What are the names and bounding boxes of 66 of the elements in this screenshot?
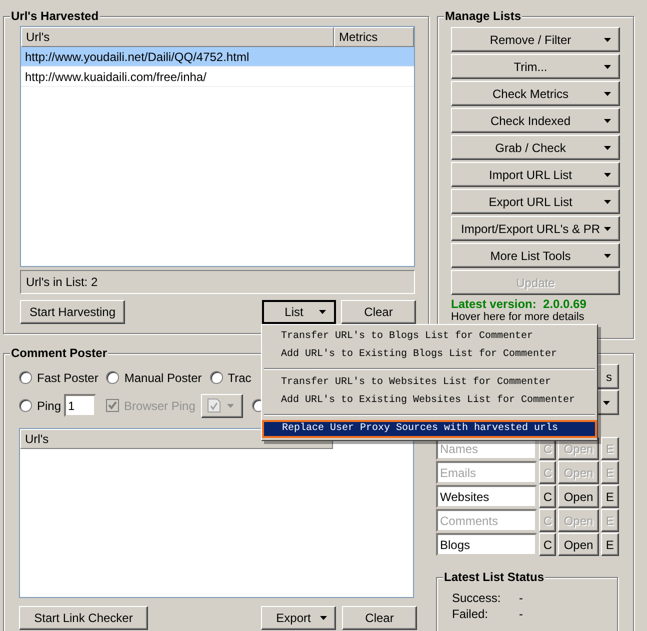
caret-icon (604, 226, 611, 230)
menu-button[interactable]: More List Tools (451, 243, 620, 268)
menu-button[interactable]: Check Indexed (451, 108, 620, 133)
export-dropdown-button[interactable]: Export (261, 606, 336, 630)
edit-list-button[interactable]: E (600, 533, 619, 556)
ping-count-field[interactable]: 1 (64, 394, 96, 417)
clear-button[interactable]: Clear (341, 300, 416, 324)
menu-button[interactable]: Import URL List (451, 162, 620, 187)
edit-list-button[interactable]: E (600, 485, 619, 508)
caret-icon (227, 404, 234, 408)
menu-item[interactable]: Add URL's to Existing Blogs List for Commenter (263, 346, 596, 364)
column-header[interactable]: Metrics (334, 27, 414, 47)
start-link-checker-button[interactable]: Start Link Checker (19, 606, 148, 630)
caret-icon (604, 146, 611, 150)
clear-list-button[interactable]: C (539, 485, 556, 508)
menu-button[interactable]: Export URL List (451, 189, 620, 214)
status-label: Failed: (452, 606, 490, 622)
status-value: - (519, 606, 523, 622)
version-text: Latest version: 2.0.0.69 (451, 297, 586, 311)
start-harvesting-button[interactable]: Start Harvesting (20, 300, 125, 324)
caret-icon (604, 254, 611, 258)
menu-item[interactable]: Transfer URL's to Blogs List for Commenter (263, 328, 596, 346)
table-row[interactable]: http://www.kuaidaili.com/free/inha/ (21, 67, 414, 87)
table-row[interactable]: http://www.youdaili.net/Daili/QQ/4752.html (21, 47, 414, 67)
radio-label: Trac (228, 370, 252, 386)
caret-icon (604, 118, 611, 122)
caret-icon (604, 64, 611, 68)
menu-item[interactable]: Add URL's to Existing Websites List for Commenter (263, 392, 596, 410)
menu-button[interactable]: Remove / Filter (451, 27, 620, 52)
menu-button[interactable]: Grab / Check (451, 135, 620, 160)
caret-icon (604, 92, 611, 96)
menu-item[interactable]: Replace User Proxy Sources with harvested urls (262, 420, 597, 438)
status-value: - (519, 590, 523, 606)
menu-button[interactable]: Trim... (451, 54, 620, 79)
caret-icon (319, 310, 326, 314)
caret-icon (604, 38, 611, 42)
column-header[interactable]: Url's (21, 27, 334, 47)
radio-label: Manual Poster (124, 370, 202, 386)
url-text: http://www.youdaili.net/Daili/QQ/4752.html (24, 49, 250, 66)
group-title: Manage Lists (444, 8, 522, 24)
checkbox-label: Browser Ping (124, 398, 196, 414)
menu-button[interactable]: Check Metrics (451, 81, 620, 106)
list-name-field[interactable]: Websites (436, 485, 537, 508)
caret-icon (604, 172, 611, 176)
radio-button[interactable] (106, 371, 120, 384)
radio-label: Fast Poster (37, 370, 98, 386)
clear-button[interactable]: Clear (342, 606, 417, 630)
open-list-button[interactable]: Open (558, 533, 599, 556)
open-list-button[interactable]: Open (558, 485, 599, 508)
menu-item[interactable]: Transfer URL's to Websites List for Commenter (263, 374, 596, 392)
url-text: http://www.kuaidaili.com/free/inha/ (24, 69, 206, 86)
list-name-field[interactable]: Blogs (436, 533, 537, 556)
list-dropdown-button[interactable]: List (262, 300, 336, 324)
caret-icon (604, 200, 611, 204)
radio-label: Ping (37, 398, 62, 414)
status-label: Success: (452, 590, 502, 606)
caret-icon (603, 400, 610, 404)
radio-button[interactable] (19, 399, 32, 412)
clear-list-button[interactable]: C (539, 533, 556, 556)
radio-button[interactable] (19, 371, 32, 384)
menu-button[interactable]: Import/Export URL's & PR (451, 216, 620, 241)
document-check-icon (207, 398, 222, 413)
radio-button[interactable] (210, 371, 223, 384)
caret-icon (320, 616, 327, 620)
status-bar: Url's in List: 2 (20, 270, 415, 294)
hover-hint[interactable]: Hover here for more details (451, 311, 584, 324)
